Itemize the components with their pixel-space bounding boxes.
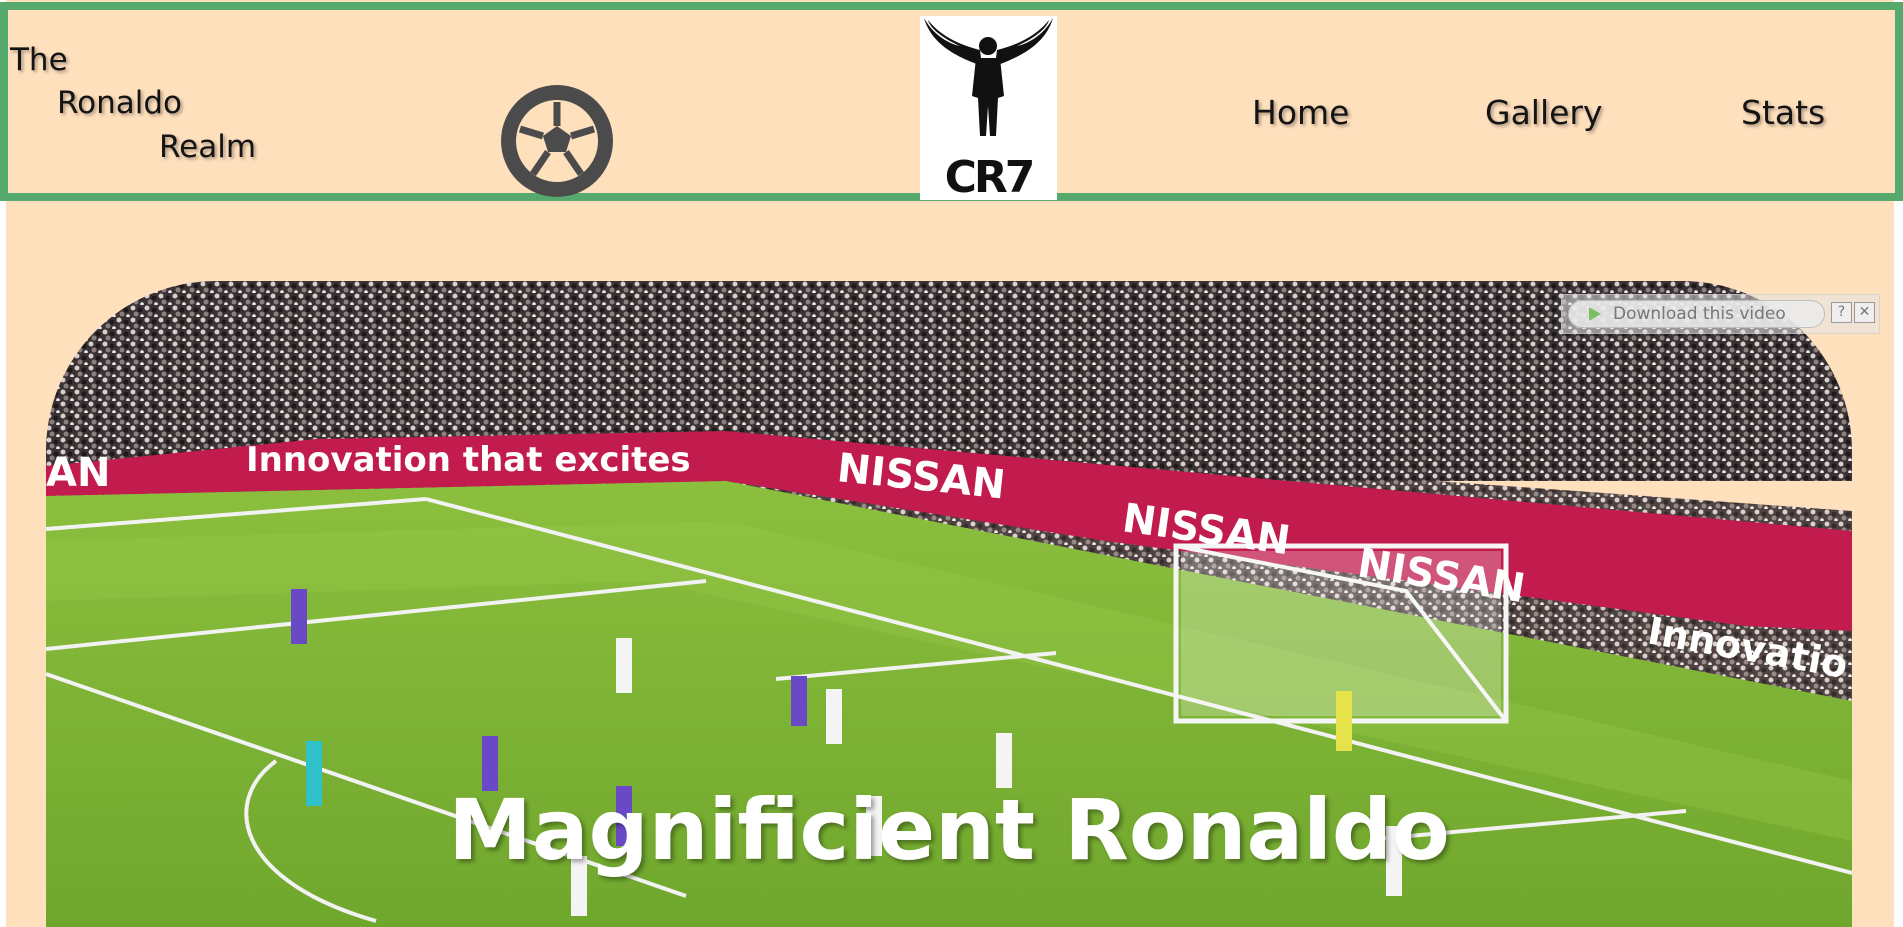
nav-stats-link[interactable]: Stats <box>1741 93 1825 132</box>
help-icon[interactable]: ? <box>1831 302 1852 323</box>
brand-line-2: Ronaldo <box>57 85 183 121</box>
banner-text-1: Innovation that excites <box>246 440 691 480</box>
brand-line-1: The <box>10 42 68 78</box>
soccer-ball-icon <box>501 85 613 197</box>
brand-line-3: Realm <box>159 129 257 165</box>
cr7-text: CR7 <box>944 152 1036 203</box>
download-video-label: Download this video <box>1613 304 1786 324</box>
nav-gallery-link[interactable]: Gallery <box>1485 93 1603 132</box>
close-icon[interactable]: ✕ <box>1854 302 1875 323</box>
winged-player-icon <box>924 18 1053 136</box>
site-header: The Ronaldo Realm CR7 Home Gallery Stats <box>0 2 1903 201</box>
cr7-logo[interactable]: CR7 <box>920 16 1057 200</box>
hero-video[interactable]: AN Innovation that excites NISSAN NISSAN… <box>46 281 1852 927</box>
nav-home-link[interactable]: Home <box>1252 93 1349 132</box>
hero-title: Magnificient Ronaldo <box>448 781 1450 879</box>
download-video-bar: Download this video ? ✕ <box>1561 294 1880 334</box>
play-icon <box>1589 307 1601 321</box>
banner-text-prefix: AN <box>46 450 110 496</box>
download-video-button[interactable]: Download this video <box>1568 300 1825 328</box>
